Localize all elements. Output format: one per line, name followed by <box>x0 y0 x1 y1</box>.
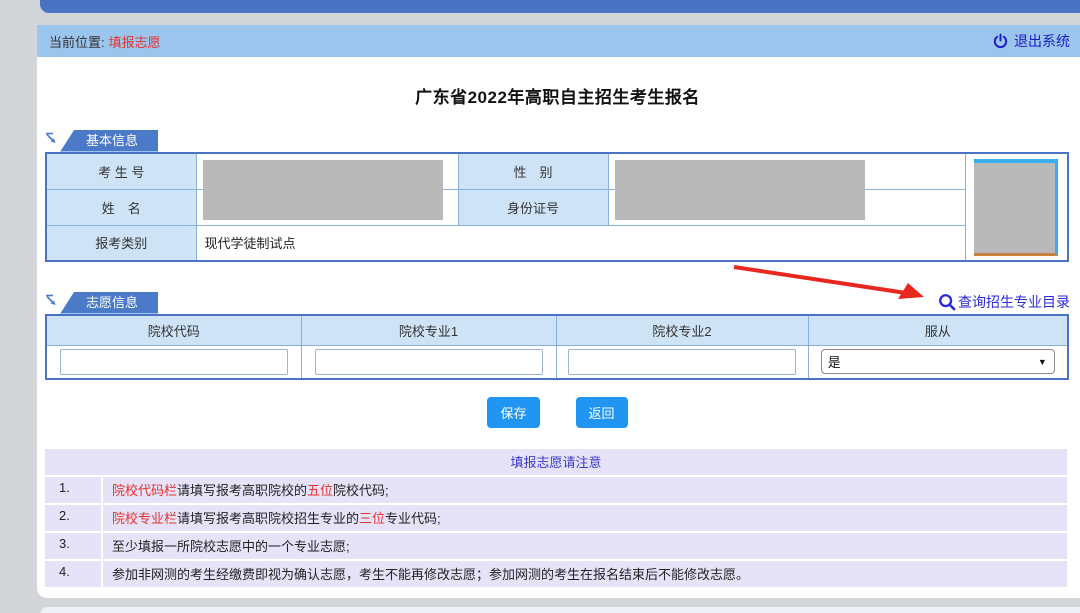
major-1-input[interactable] <box>315 349 543 375</box>
basic-info-table-wrap: 考 生 号 性 别 姓 名 身份证号 报考类别 现代学徒制试点 <box>45 152 1070 262</box>
breadcrumb-bar: 当前位置: 填报志愿 退出系统 <box>37 25 1080 57</box>
note-text: 至少填报一所院校志愿中的一个专业志愿; <box>103 533 1067 559</box>
note-item: 2.院校专业栏请填写报考高职院校招生专业的三位专业代码; <box>45 505 1067 531</box>
name-label: 姓 名 <box>46 189 196 225</box>
query-major-catalog-label: 查询招生专业目录 <box>958 292 1070 312</box>
obey-selected-value: 是 <box>828 352 841 371</box>
page-title: 广东省2022年高职自主招生考生报名 <box>45 57 1070 108</box>
tab-basic-info: 基本信息 <box>60 130 158 152</box>
major-2-input[interactable] <box>568 349 796 375</box>
breadcrumb: 当前位置: 填报志愿 <box>49 32 161 51</box>
col-obey: 服从 <box>808 315 1068 345</box>
chevron-down-icon: ▼ <box>1038 357 1047 367</box>
notes-title: 填报志愿请注意 <box>45 449 1067 475</box>
basic-info-table: 考 生 号 性 别 姓 名 身份证号 报考类别 现代学徒制试点 <box>45 152 1069 262</box>
footer-bar <box>40 607 1080 613</box>
page-content: 当前位置: 填报志愿 退出系统 广东省2022年高职自主招生考生报名 <box>37 0 1080 613</box>
save-button[interactable]: 保存 <box>487 397 539 428</box>
tab-preferences: 志愿信息 <box>60 292 158 314</box>
section-corner-arrow-icon <box>45 294 58 312</box>
preferences-table: 院校代码 院校专业1 院校专业2 服从 是 ▼ <box>45 314 1069 380</box>
query-major-catalog-link[interactable]: 查询招生专业目录 <box>938 292 1070 314</box>
note-item: 1.院校代码栏请填写报考高职院校的五位院校代码; <box>45 477 1067 503</box>
logout-button[interactable]: 退出系统 <box>992 31 1070 51</box>
note-number: 3. <box>45 533 103 559</box>
col-major-2: 院校专业2 <box>556 315 808 345</box>
logout-label: 退出系统 <box>1014 31 1070 51</box>
obey-select[interactable]: 是 ▼ <box>821 349 1055 374</box>
search-icon <box>938 293 956 311</box>
note-number: 1. <box>45 477 103 503</box>
col-college-code: 院校代码 <box>46 315 301 345</box>
category-label: 报考类别 <box>46 225 196 261</box>
note-number: 4. <box>45 561 103 587</box>
notes-list: 1.院校代码栏请填写报考高职院校的五位院校代码;2.院校专业栏请填写报考高职院校… <box>45 477 1067 587</box>
college-code-input[interactable] <box>60 349 288 375</box>
action-buttons: 保存 返回 <box>45 397 1070 428</box>
main-card: 广东省2022年高职自主招生考生报名 基本信息 <box>37 57 1080 598</box>
candidate-photo-cell <box>965 153 1068 261</box>
note-text: 参加非网测的考生经缴费即视为确认志愿，考生不能再修改志愿；参加网测的考生在报名结… <box>103 561 1067 587</box>
note-number: 2. <box>45 505 103 531</box>
note-item: 4.参加非网测的考生经缴费即视为确认志愿，考生不能再修改志愿；参加网测的考生在报… <box>45 561 1067 587</box>
note-text: 院校代码栏请填写报考高职院校的五位院校代码; <box>103 477 1067 503</box>
breadcrumb-current: 填报志愿 <box>109 35 161 50</box>
note-text: 院校专业栏请填写报考高职院校招生专业的三位专业代码; <box>103 505 1067 531</box>
note-item: 3.至少填报一所院校志愿中的一个专业志愿; <box>45 533 1067 559</box>
basic-info-section-header: 基本信息 <box>45 130 1070 152</box>
gender-label: 性 别 <box>458 153 608 189</box>
redacted-value-box <box>615 160 865 220</box>
redacted-value-box <box>203 160 443 220</box>
candidate-no-label: 考 生 号 <box>46 153 196 189</box>
top-nav-bar <box>40 0 1080 13</box>
col-major-1: 院校专业1 <box>301 315 556 345</box>
notes-section: 填报志愿请注意 1.院校代码栏请填写报考高职院校的五位院校代码;2.院校专业栏请… <box>45 449 1067 587</box>
breadcrumb-label: 当前位置: <box>49 35 105 50</box>
back-button[interactable]: 返回 <box>576 397 628 428</box>
id-number-label: 身份证号 <box>458 189 608 225</box>
section-corner-arrow-icon <box>45 132 58 150</box>
category-value: 现代学徒制试点 <box>196 225 965 261</box>
power-icon <box>992 33 1009 50</box>
preferences-section-header: 志愿信息 查询招生专业目录 <box>45 292 1070 314</box>
candidate-photo <box>974 159 1058 256</box>
